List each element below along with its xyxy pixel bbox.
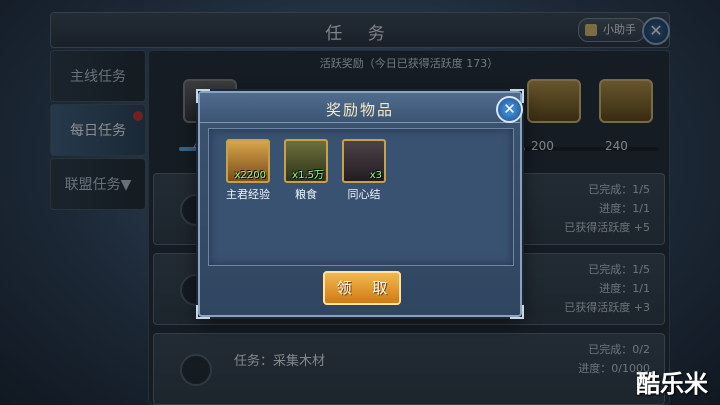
task-gained: 已获得活跃度 +5 bbox=[564, 221, 650, 234]
task-category-tabs: 主线任务 每日任务 联盟任务▼ bbox=[50, 50, 146, 405]
tab-alliance-quest[interactable]: 联盟任务▼ bbox=[50, 158, 146, 210]
chest-icon[interactable] bbox=[599, 79, 653, 123]
corner-ornament bbox=[196, 305, 210, 319]
book-icon bbox=[585, 24, 597, 36]
tab-label: 主线任务 bbox=[70, 69, 126, 85]
reward-name: 同心结 bbox=[347, 188, 381, 201]
chest-threshold: 240 bbox=[605, 139, 628, 153]
grain-icon: x1.5万 bbox=[284, 139, 328, 183]
activity-header: 活跃奖励（今日已获得活跃度 173） bbox=[319, 57, 499, 70]
corner-ornament bbox=[510, 305, 524, 319]
dialog-close-button[interactable]: ✕ bbox=[496, 96, 523, 123]
reward-quantity: x1.5万 bbox=[292, 170, 324, 181]
tab-label: 每日任务 bbox=[70, 123, 126, 139]
reward-name: 主君经验 bbox=[226, 188, 270, 201]
claim-button[interactable]: 领 取 bbox=[323, 271, 401, 305]
chest-threshold: 200 bbox=[531, 139, 554, 153]
task-completed: 已完成：0/2 bbox=[588, 343, 650, 356]
window-title: 任 务 bbox=[325, 24, 395, 44]
reward-item[interactable]: x2200 主君经验 bbox=[221, 139, 275, 202]
window-close-button[interactable]: ✕ bbox=[642, 17, 670, 45]
notification-dot bbox=[133, 111, 143, 121]
reward-name: 粮食 bbox=[295, 188, 317, 201]
task-icon bbox=[180, 354, 212, 386]
task-name: 任务：采集木材 bbox=[234, 354, 326, 369]
task-card[interactable]: 任务：采集木材 已完成：0/2 进度：0/1000 bbox=[153, 333, 665, 405]
chest-icon[interactable] bbox=[527, 79, 581, 123]
tab-daily-quest[interactable]: 每日任务 bbox=[50, 104, 146, 156]
reward-dialog: 奖励物品 ✕ x2200 主君经验 x1.5万 粮食 x3 同心结 领 取 bbox=[196, 89, 524, 319]
reward-item[interactable]: x1.5万 粮食 bbox=[279, 139, 333, 202]
dialog-title: 奖励物品 bbox=[325, 101, 394, 119]
task-stats: 已完成：1/5 进度：1/1 已获得活跃度 +3 bbox=[564, 260, 650, 317]
reward-list: x2200 主君经验 x1.5万 粮食 x3 同心结 bbox=[208, 128, 514, 266]
task-gained: 已获得活跃度 +3 bbox=[564, 301, 650, 314]
tab-label: 联盟任务▼ bbox=[64, 177, 132, 193]
task-stats: 已完成：1/5 进度：1/1 已获得活跃度 +5 bbox=[564, 180, 650, 237]
task-completed: 已完成：1/5 bbox=[588, 263, 650, 276]
task-completed: 已完成：1/5 bbox=[588, 183, 650, 196]
tab-main-quest[interactable]: 主线任务 bbox=[50, 50, 146, 102]
task-progress: 进度：1/1 bbox=[599, 202, 650, 215]
watermark-logo: 酷乐米 bbox=[636, 370, 708, 398]
reward-quantity: x3 bbox=[369, 170, 382, 181]
love-knot-icon: x3 bbox=[342, 139, 386, 183]
dialog-header: 奖励物品 bbox=[200, 93, 520, 123]
helper-label: 小助手 bbox=[603, 23, 636, 36]
title-bar: 任 务 小助手 bbox=[50, 12, 670, 48]
reward-quantity: x2200 bbox=[234, 170, 266, 181]
helper-button[interactable]: 小助手 bbox=[578, 18, 645, 42]
reward-item[interactable]: x3 同心结 bbox=[337, 139, 391, 202]
task-progress: 进度：1/1 bbox=[599, 282, 650, 295]
lord-exp-icon: x2200 bbox=[226, 139, 270, 183]
